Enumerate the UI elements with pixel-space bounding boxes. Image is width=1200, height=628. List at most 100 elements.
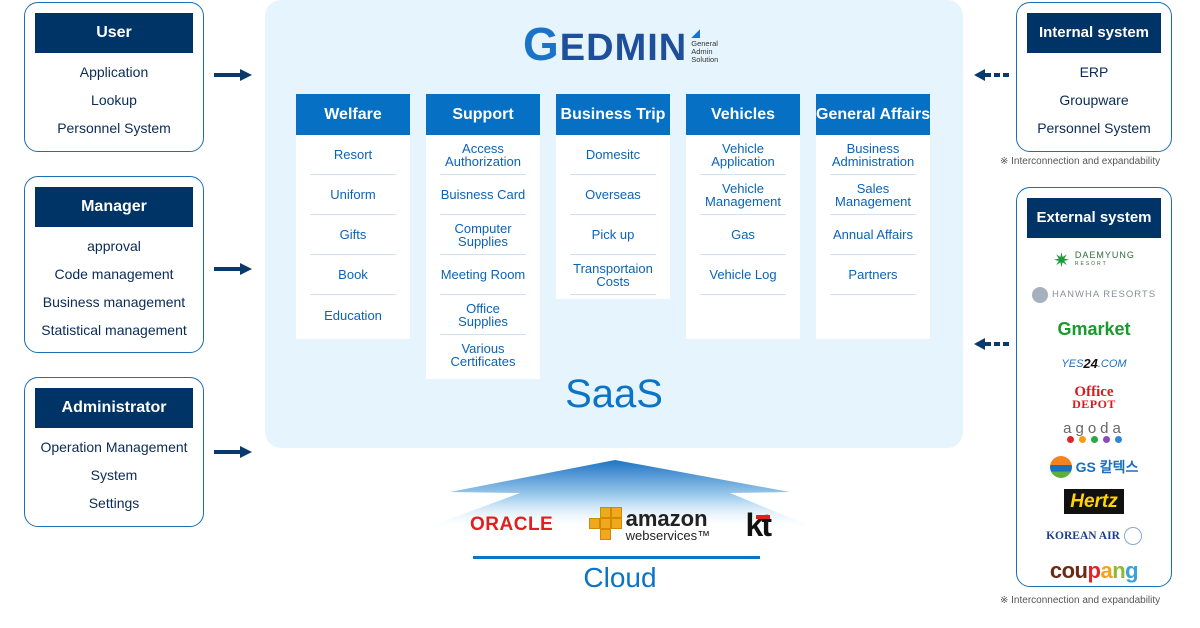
oracle-logo: ORACLE bbox=[470, 514, 554, 535]
module-item[interactable]: Office Supplies bbox=[440, 295, 526, 335]
kt-logo: kt bbox=[745, 506, 772, 544]
cloud-providers: ORACLE amazon webservices™ kt bbox=[470, 500, 772, 550]
module-item-empty bbox=[700, 295, 786, 335]
interconnection-note: ※ Interconnection and expandability bbox=[1000, 595, 1161, 606]
module-title: Vehicles bbox=[686, 94, 800, 135]
role-box-user: User Application Lookup Personnel System bbox=[24, 2, 204, 152]
arrow-right-icon bbox=[214, 69, 252, 81]
module-vehicles: Vehicles Vehicle Application Vehicle Manag… bbox=[686, 94, 800, 339]
gs-emblem-icon bbox=[1049, 456, 1072, 479]
interconnection-note: ※ Interconnection and expandability bbox=[1000, 156, 1161, 167]
logo-wordmark: GEDMIN bbox=[523, 21, 688, 69]
aws-text-amazon: amazon bbox=[625, 505, 708, 531]
role-item: Statistical management bbox=[41, 322, 187, 338]
module-support: Support Access Authorization Buisness Card… bbox=[426, 94, 540, 379]
module-item[interactable]: Education bbox=[310, 295, 396, 335]
module-item[interactable]: Buisness Card bbox=[440, 175, 526, 215]
module-title: Welfare bbox=[296, 94, 410, 135]
aws-text-webservices: webservices™ bbox=[625, 527, 711, 543]
partner-hanwha: HANWHA RESORTS bbox=[1027, 278, 1161, 313]
partner-name: DAEMYUNG bbox=[1074, 250, 1135, 261]
partner-hertz: Hertz bbox=[1027, 485, 1161, 520]
module-item[interactable]: Resort bbox=[310, 135, 396, 175]
module-item[interactable]: Uniform bbox=[310, 175, 396, 215]
module-item[interactable]: Vehicle Application bbox=[700, 135, 786, 175]
module-item[interactable]: Gifts bbox=[310, 215, 396, 255]
aws-logo: amazon webservices™ bbox=[588, 505, 711, 543]
saas-label: SaaS bbox=[565, 372, 663, 416]
partner-name: KOREAN AIR bbox=[1046, 530, 1120, 543]
module-welfare: Welfare Resort Uniform Gifts Book Education bbox=[296, 94, 410, 339]
logo-mark-icon bbox=[691, 29, 701, 38]
role-item: Application bbox=[79, 64, 149, 80]
module-item[interactable]: Pick up bbox=[570, 215, 656, 255]
partner-gs-caltex: GS 칼텍스 bbox=[1027, 450, 1161, 485]
agoda-dots-icon bbox=[1066, 436, 1122, 444]
partner-yes24: YES 24 .COM bbox=[1027, 347, 1161, 382]
internal-system-item: Personnel System bbox=[1037, 120, 1151, 136]
role-box-administrator: Administrator Operation Management Syste… bbox=[24, 377, 204, 527]
module-business-trip: Business Trip Domesitc Overseas Pick up Tran… bbox=[556, 94, 670, 299]
role-item: approval bbox=[87, 238, 141, 254]
role-item: Code management bbox=[54, 266, 174, 282]
internal-system-title: Internal system bbox=[1027, 13, 1161, 53]
external-system-title: External system bbox=[1027, 198, 1161, 238]
module-item[interactable]: Business Administration bbox=[830, 135, 916, 175]
arrow-left-dashed-icon bbox=[974, 338, 1014, 350]
module-item[interactable]: Sales Management bbox=[830, 175, 916, 215]
partner-office-depot: Office DEPOT bbox=[1027, 381, 1161, 416]
module-item[interactable]: Transportaion Costs bbox=[570, 255, 656, 295]
module-item[interactable]: Various Certificates bbox=[440, 335, 526, 375]
cloud-label: Cloud bbox=[583, 562, 657, 593]
partner-name: agoda bbox=[1063, 420, 1125, 438]
daemyung-star-icon: ✷ bbox=[1053, 249, 1071, 272]
partner-name: 24 bbox=[1083, 356, 1098, 372]
partner-name: YES bbox=[1061, 357, 1084, 370]
partner-name: .COM bbox=[1097, 357, 1127, 370]
role-item: System bbox=[90, 467, 138, 483]
module-title: Support bbox=[426, 94, 540, 135]
external-system-box: External system ✷ DAEMYUNG RESORT HANWHA … bbox=[1016, 187, 1172, 587]
module-item[interactable]: Meeting Room bbox=[440, 255, 526, 295]
logo-tagline: General Admin Solution bbox=[691, 29, 718, 68]
module-item[interactable]: Vehicle Management bbox=[700, 175, 786, 215]
partner-agoda: agoda bbox=[1027, 416, 1161, 451]
logo-tag-line: Solution bbox=[691, 55, 719, 64]
internal-system-item: ERP bbox=[1079, 64, 1109, 80]
module-item[interactable]: Gas bbox=[700, 215, 786, 255]
internal-system-item: Groupware bbox=[1059, 92, 1129, 108]
role-item: Lookup bbox=[91, 92, 137, 108]
module-item-empty bbox=[830, 295, 916, 335]
partner-daemyung: ✷ DAEMYUNG RESORT bbox=[1027, 243, 1161, 278]
module-item[interactable]: Computer Supplies bbox=[440, 215, 526, 255]
arrow-right-icon bbox=[214, 446, 252, 458]
module-item[interactable]: Access Authorization bbox=[440, 135, 526, 175]
partner-name: GS 칼텍스 bbox=[1075, 459, 1139, 476]
kt-text: kt bbox=[745, 506, 772, 543]
role-item: Settings bbox=[88, 495, 140, 511]
module-item[interactable]: Overseas bbox=[570, 175, 656, 215]
module-item[interactable]: Vehicle Log bbox=[700, 255, 786, 295]
role-item: Business management bbox=[42, 294, 186, 310]
aws-cubes-icon bbox=[588, 507, 623, 543]
module-title: General Affairs bbox=[816, 94, 930, 135]
role-box-manager: Manager approval Code management Busines… bbox=[24, 176, 204, 353]
partner-subname: RESORT bbox=[1074, 261, 1108, 268]
arrow-left-dashed-icon bbox=[974, 69, 1014, 81]
module-item[interactable]: Annual Affairs bbox=[830, 215, 916, 255]
hanwha-emblem-icon bbox=[1031, 286, 1048, 303]
module-item[interactable]: Domesitc bbox=[570, 135, 656, 175]
logo-rest: EDMIN bbox=[559, 27, 688, 69]
logo-initial: G bbox=[523, 18, 560, 70]
partner-name: HANWHA RESORTS bbox=[1051, 289, 1157, 301]
gedmin-logo: GEDMIN General Admin Solution bbox=[523, 21, 718, 69]
module-item[interactable]: Book bbox=[310, 255, 396, 295]
role-item: Operation Management bbox=[40, 439, 188, 455]
module-item[interactable]: Partners bbox=[830, 255, 916, 295]
module-title: Business Trip bbox=[556, 94, 670, 135]
partner-gmarket: Gmarket bbox=[1057, 318, 1131, 339]
internal-system-box: Internal system ERP Groupware Personnel … bbox=[1016, 2, 1172, 152]
role-item: Personnel System bbox=[57, 120, 171, 136]
partner-korean-air: KOREAN AIR bbox=[1027, 519, 1161, 554]
role-title: User bbox=[35, 13, 193, 53]
